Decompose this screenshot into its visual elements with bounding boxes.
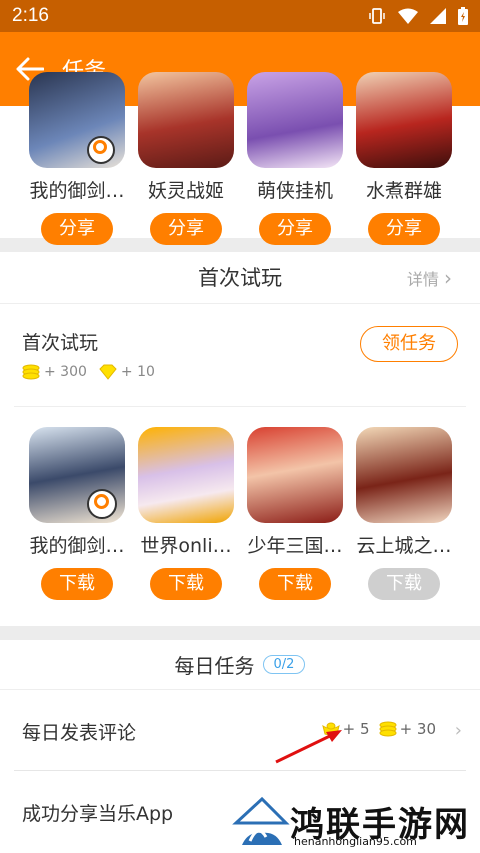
trial-game-4[interactable]: 云上城之… 下载 — [349, 427, 459, 600]
trial-game-2[interactable]: 世界onli… 下载 — [131, 427, 241, 600]
divider — [14, 406, 466, 407]
share-button[interactable]: 分享 — [150, 213, 222, 245]
accept-task-button[interactable]: 领任务 — [360, 326, 458, 362]
share-game-4[interactable]: 水煮群雄 分享 — [349, 72, 459, 245]
chevron-right-icon: › — [444, 266, 452, 290]
game-icon — [29, 427, 125, 523]
watermark-url: henanhonglian95.com — [294, 835, 417, 848]
game-name: 世界onli… — [140, 535, 232, 557]
game-name: 云上城之… — [356, 535, 452, 557]
game-name: 我的御剑… — [29, 535, 125, 557]
section-title: 每日任务 — [174, 654, 255, 678]
download-button[interactable]: 下载 — [150, 568, 222, 600]
task-label: 每日发表评论 — [22, 722, 137, 744]
details-label: 详情 — [406, 270, 439, 289]
share-button[interactable]: 分享 — [368, 213, 440, 245]
game-icon — [29, 72, 125, 168]
first-try-section: 首次试玩 详情 › 首次试玩 + 300 + 10 领任务 我的御剑… 下载 世… — [0, 252, 480, 626]
game-icon — [138, 427, 234, 523]
task-title: 首次试玩 — [22, 332, 99, 354]
download-button[interactable]: 下载 — [259, 568, 331, 600]
progress-badge: 0/2 — [262, 655, 306, 674]
section-header: 首次试玩 详情 › — [0, 252, 480, 304]
wifi-icon — [398, 8, 418, 24]
status-time: 2:16 — [12, 5, 49, 26]
game-icon — [247, 427, 343, 523]
game-name: 萌侠挂机 — [256, 180, 333, 202]
game-name: 妖灵战姬 — [147, 180, 224, 202]
share-game-2[interactable]: 妖灵战姬 分享 — [131, 72, 241, 245]
trial-game-3[interactable]: 少年三国… 下载 — [240, 427, 350, 600]
watermark: 鸿联手游网 henanhonglian95.com — [232, 790, 480, 853]
trial-game-1[interactable]: 我的御剑… 下载 — [22, 427, 132, 600]
details-link[interactable]: 详情 › — [407, 252, 452, 306]
status-bar: 2:16 — [0, 0, 480, 32]
download-button-disabled: 下载 — [368, 568, 440, 600]
watermark-logo-icon — [232, 796, 290, 845]
share-game-3[interactable]: 萌侠挂机 分享 — [240, 72, 350, 245]
game-icon — [356, 72, 452, 168]
coin-icon — [379, 721, 397, 737]
game-name: 我的御剑… — [29, 180, 125, 202]
share-game-1[interactable]: 我的御剑… 分享 — [22, 72, 132, 245]
signal-icon — [430, 8, 446, 24]
vibrate-icon — [369, 8, 385, 24]
diamond-icon — [99, 364, 117, 380]
daily-task-row[interactable]: 每日发表评论 + 5 + 30 › — [0, 690, 480, 772]
coin-reward: + 30 — [399, 720, 436, 738]
game-icon — [247, 72, 343, 168]
game-name: 少年三国… — [247, 535, 343, 557]
share-button[interactable]: 分享 — [41, 213, 113, 245]
task-label: 成功分享当乐App — [22, 803, 174, 825]
share-section: 我的御剑… 分享 妖灵战姬 分享 萌侠挂机 分享 水煮群雄 分享 — [0, 72, 480, 245]
section-header: 每日任务 0/2 — [0, 640, 480, 690]
chevron-right-icon: › — [454, 720, 462, 741]
game-name: 水煮群雄 — [365, 180, 442, 202]
game-icon — [138, 72, 234, 168]
task-rewards: + 300 + 10 — [22, 364, 155, 380]
diamond-reward: + 10 — [120, 364, 155, 380]
coin-icon — [22, 364, 40, 380]
section-title: 首次试玩 — [198, 266, 282, 290]
share-button[interactable]: 分享 — [259, 213, 331, 245]
game-icon — [356, 427, 452, 523]
coin-reward: + 300 — [44, 364, 87, 380]
battery-icon — [458, 7, 468, 25]
download-button[interactable]: 下载 — [41, 568, 113, 600]
annotation-arrow-icon — [275, 730, 342, 764]
